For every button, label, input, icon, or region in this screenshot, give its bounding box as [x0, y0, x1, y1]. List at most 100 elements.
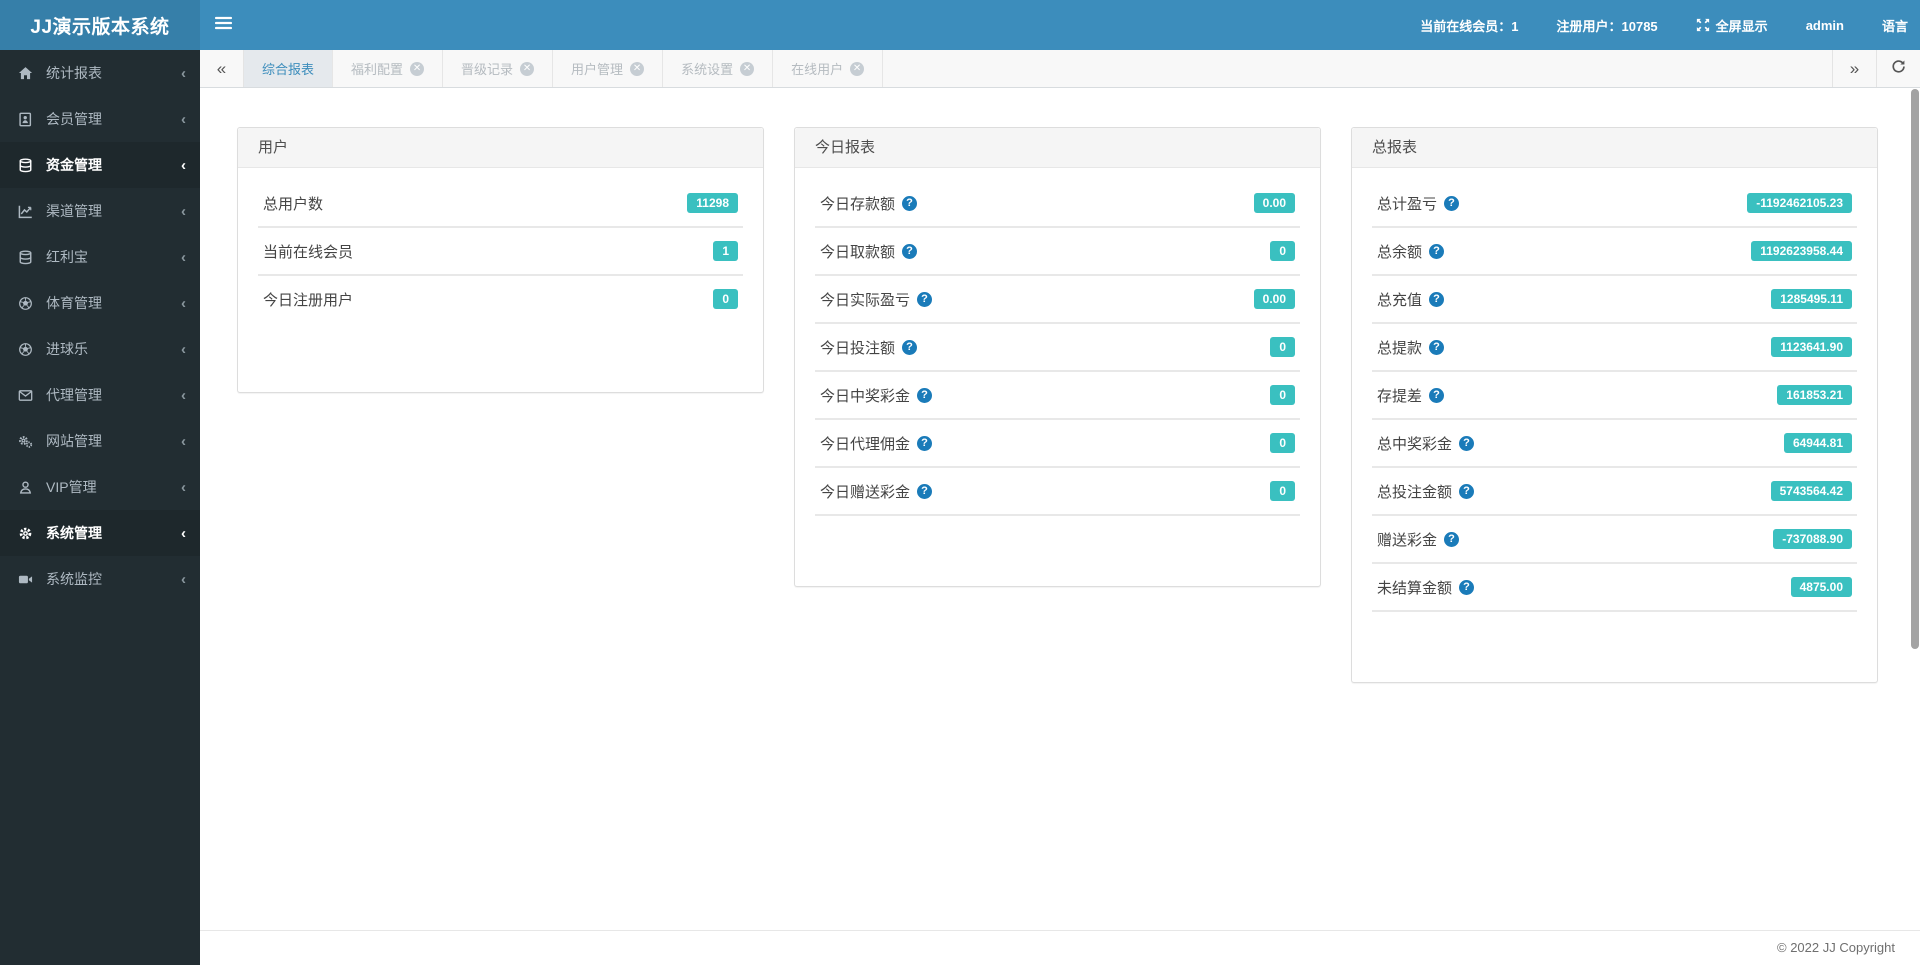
- chevron-left-icon: ‹: [181, 570, 186, 588]
- sidebar-item-vip-management[interactable]: VIP管理 ‹: [0, 464, 200, 510]
- help-icon[interactable]: ?: [1459, 579, 1475, 595]
- stat-label: 总投注金额: [1377, 483, 1453, 501]
- admin-dashboard: JJ演示版本系统 当前在线会员：1 注册用户：10785 全屏显示 admin …: [0, 0, 1920, 965]
- stat-badge: 0: [1270, 481, 1295, 501]
- stat-row: 当前在线会员 1: [258, 228, 743, 274]
- sidebar-item-system-management[interactable]: 系统管理 ‹: [0, 510, 200, 556]
- envelope-icon: [18, 388, 46, 403]
- panel-today-report: 今日报表 今日存款额? 0.00 今日取款额? 0 今日实际盈亏? 0.00 今日投注额? 0 今…: [794, 127, 1321, 587]
- tab-promotion-record[interactable]: 晋级记录 ✕: [443, 50, 554, 87]
- top-bar: JJ演示版本系统 当前在线会员：1 注册用户：10785 全屏显示 admin …: [0, 0, 1920, 50]
- tab-close-icon[interactable]: ✕: [740, 61, 755, 76]
- stat-row: 总中奖彩金? 64944.81: [1372, 420, 1857, 466]
- futbol-icon: [18, 342, 46, 357]
- sidebar-item-bonus-treasure[interactable]: 红利宝 ‹: [0, 234, 200, 280]
- tab-label: 福利配置: [351, 62, 404, 77]
- sidebar-item-site-management[interactable]: 网站管理 ‹: [0, 418, 200, 464]
- sidebar-item-goal-fun[interactable]: 进球乐 ‹: [0, 326, 200, 372]
- stat-label: 赠送彩金: [1377, 531, 1438, 549]
- help-icon[interactable]: ?: [1429, 243, 1445, 259]
- language-menu[interactable]: 语言: [1863, 0, 1920, 50]
- tabs-refresh-button[interactable]: [1876, 50, 1920, 87]
- stat-label-group: 存提差?: [1377, 385, 1445, 406]
- stat-row: 总用户数 11298: [258, 180, 743, 226]
- sidebar-item-stats-report[interactable]: 统计报表 ‹: [0, 50, 200, 96]
- tab-close-icon[interactable]: ✕: [410, 61, 425, 76]
- stat-label: 今日代理佣金: [820, 435, 911, 453]
- stat-badge: 4875.00: [1790, 577, 1852, 597]
- help-icon[interactable]: ?: [1429, 291, 1445, 307]
- refresh-icon: [1891, 59, 1906, 79]
- tab-system-settings[interactable]: 系统设置 ✕: [663, 50, 774, 87]
- help-icon[interactable]: ?: [902, 195, 918, 211]
- help-icon[interactable]: ?: [1429, 339, 1445, 355]
- sidebar-item-funds-management[interactable]: 资金管理 ‹: [0, 142, 200, 188]
- sidebar-toggle-button[interactable]: [200, 0, 246, 50]
- panel-users: 用户 总用户数 11298 当前在线会员 1 今日注册用户 0: [237, 127, 764, 393]
- tabs-scroll-right-button[interactable]: »: [1832, 50, 1876, 87]
- stat-label: 总中奖彩金: [1377, 435, 1453, 453]
- stat-row: 未结算金额? 4875.00: [1372, 564, 1857, 610]
- sidebar-item-label: 系统管理: [46, 525, 102, 541]
- help-icon[interactable]: ?: [917, 291, 933, 307]
- tab-user-management[interactable]: 用户管理 ✕: [553, 50, 664, 87]
- stat-badge: 1: [713, 241, 738, 261]
- registered-users-count: 注册用户：10785: [1556, 18, 1658, 34]
- tab-online-users[interactable]: 在线用户 ✕: [773, 50, 884, 87]
- stat-row: 今日中奖彩金? 0: [815, 372, 1300, 418]
- stat-row: 今日投注额? 0: [815, 324, 1300, 370]
- sidebar-item-member-management[interactable]: 会员管理 ‹: [0, 96, 200, 142]
- stat-badge: 161853.21: [1777, 385, 1852, 405]
- app-logo[interactable]: JJ演示版本系统: [0, 0, 200, 50]
- help-icon[interactable]: ?: [1444, 531, 1460, 547]
- stat-badge: 1192623958.44: [1751, 241, 1852, 261]
- tab-close-icon[interactable]: ✕: [630, 61, 645, 76]
- stat-label-group: 今日代理佣金?: [820, 433, 933, 454]
- tab-comprehensive-report[interactable]: 综合报表: [244, 50, 334, 87]
- stat-label: 未结算金额: [1377, 579, 1453, 597]
- stat-label: 今日实际盈亏: [820, 291, 911, 309]
- sidebar-item-system-monitor[interactable]: 系统监控 ‹: [0, 556, 200, 602]
- video-camera-icon: [18, 572, 46, 587]
- stat-row: 今日注册用户 0: [258, 276, 743, 322]
- tab-welfare-config[interactable]: 福利配置 ✕: [333, 50, 444, 87]
- help-icon[interactable]: ?: [1459, 435, 1475, 451]
- stat-row: 今日取款额? 0: [815, 228, 1300, 274]
- help-icon[interactable]: ?: [1444, 195, 1460, 211]
- help-icon[interactable]: ?: [1429, 387, 1445, 403]
- stat-label-group: 总用户数: [263, 193, 323, 214]
- tab-close-icon[interactable]: ✕: [520, 61, 535, 76]
- user-menu[interactable]: admin: [1787, 0, 1863, 50]
- stat-badge: 11298: [687, 193, 738, 213]
- tabs-scroll-left-button[interactable]: «: [200, 50, 244, 87]
- help-icon[interactable]: ?: [917, 387, 933, 403]
- stat-row: 总计盈亏? -1192462105.23: [1372, 180, 1857, 226]
- help-icon[interactable]: ?: [902, 339, 918, 355]
- stat-badge: 1123641.90: [1771, 337, 1852, 357]
- stat-row: 总提款? 1123641.90: [1372, 324, 1857, 370]
- stat-row: 赠送彩金? -737088.90: [1372, 516, 1857, 562]
- help-icon[interactable]: ?: [917, 435, 933, 451]
- tab-bar: « 综合报表 福利配置 ✕ 晋级记录 ✕ 用户管理 ✕ 系统设置 ✕ 在线用户 ✕ »: [200, 50, 1920, 88]
- stat-label-group: 赠送彩金?: [1377, 529, 1460, 550]
- stat-label-group: 今日中奖彩金?: [820, 385, 933, 406]
- sidebar-item-label: 进球乐: [46, 341, 88, 357]
- stat-label: 总计盈亏: [1377, 195, 1438, 213]
- stat-label: 今日投注额: [820, 339, 896, 357]
- sidebar-item-label: 网站管理: [46, 433, 102, 449]
- stat-label: 今日注册用户: [263, 291, 354, 309]
- panel-title: 总报表: [1352, 128, 1877, 168]
- fullscreen-button[interactable]: 全屏显示: [1677, 0, 1787, 50]
- tab-close-icon[interactable]: ✕: [850, 61, 865, 76]
- help-icon[interactable]: ?: [902, 243, 918, 259]
- chevron-left-icon: ‹: [181, 64, 186, 82]
- sidebar-item-agent-management[interactable]: 代理管理 ‹: [0, 372, 200, 418]
- chevron-left-icon: ‹: [181, 156, 186, 174]
- user-icon: [18, 480, 46, 495]
- help-icon[interactable]: ?: [917, 483, 933, 499]
- stat-label: 当前在线会员: [263, 243, 354, 261]
- sidebar-item-sports-management[interactable]: 体育管理 ‹: [0, 280, 200, 326]
- sidebar-item-channel-management[interactable]: 渠道管理 ‹: [0, 188, 200, 234]
- scrollbar-thumb[interactable]: [1911, 89, 1919, 649]
- help-icon[interactable]: ?: [1459, 483, 1475, 499]
